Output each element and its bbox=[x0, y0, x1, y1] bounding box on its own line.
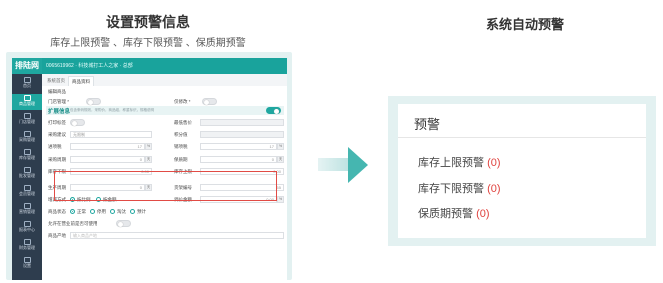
points-label: 积分值 bbox=[174, 132, 188, 137]
status-option-label: 正常 bbox=[77, 209, 86, 214]
warning-panel-title: 预警 bbox=[414, 117, 441, 132]
purchase-advice-select[interactable]: 无限制 bbox=[70, 131, 152, 138]
app-sidebar: 首页 商品管理 门店管理 采购管理 库存管理 批发管理 会员管理 营销管理 报表… bbox=[12, 74, 42, 280]
warning-panel: 预警 库存上限预警 (0) 库存下限预警 (0) 保质期预警 (0) bbox=[398, 104, 646, 238]
purchase-cycle-label: 采购周期 bbox=[48, 157, 66, 162]
points-input[interactable] bbox=[200, 131, 284, 138]
goods-status-label: 商品状态 bbox=[48, 209, 66, 214]
warning-count: (0) bbox=[487, 157, 501, 169]
warning-count: (0) bbox=[487, 183, 501, 195]
percent-unit: % bbox=[277, 196, 284, 203]
shelf-life-label: 保质期 bbox=[174, 157, 188, 162]
sidebar-item-wholesale[interactable]: 批发管理 bbox=[12, 166, 42, 182]
sidebar-item-label: 采购管理 bbox=[19, 137, 35, 142]
trace-toggle[interactable] bbox=[202, 98, 217, 105]
store-manage-toggle[interactable] bbox=[86, 98, 101, 105]
status-option-label: 淘汰 bbox=[117, 209, 126, 214]
day-unit: 天 bbox=[277, 156, 284, 163]
origin-place-label: 商品产地 bbox=[48, 233, 66, 238]
form-heading: 编辑商品 bbox=[48, 89, 66, 94]
allow-use-toggle[interactable] bbox=[116, 220, 131, 227]
sidebar-item-label: 门店管理 bbox=[19, 119, 35, 124]
purchase-advice-label: 采购建议 bbox=[48, 132, 66, 137]
tab-home[interactable]: 系统首页 bbox=[44, 76, 68, 85]
shelf-life-input[interactable]: 0 bbox=[200, 156, 277, 163]
app-top-bar: 0065619962 · 科技城打工人之家 · 总部 bbox=[42, 58, 287, 74]
input-tax-input[interactable]: 17 bbox=[70, 143, 145, 150]
status-option-label: 预计 bbox=[137, 209, 146, 214]
percent-unit: % bbox=[145, 143, 152, 150]
output-tax-label: 销项税 bbox=[174, 144, 188, 149]
trace-label: 仅修改 * bbox=[174, 99, 191, 104]
percent-unit: % bbox=[277, 143, 284, 150]
sidebar-item-report[interactable]: 报表中心 bbox=[12, 220, 42, 236]
store-manage-label: 门店管理 * bbox=[48, 99, 70, 104]
status-option-label: 停用 bbox=[97, 209, 106, 214]
warning-row-min-stock[interactable]: 库存下限预警 (0) bbox=[418, 180, 501, 196]
sidebar-item-label: 财务管理 bbox=[19, 245, 35, 250]
print-label-toggle[interactable] bbox=[70, 119, 85, 126]
purchase-cycle-input[interactable]: 0 bbox=[70, 156, 145, 163]
app-screenshot: 排陆网 0065619962 · 科技城打工人之家 · 总部 首页 商品管理 门… bbox=[12, 58, 287, 280]
day-unit: 天 bbox=[145, 156, 152, 163]
warning-label: 库存下限预警 bbox=[418, 183, 484, 195]
warning-count: (0) bbox=[476, 208, 490, 220]
sidebar-item-label: 批发管理 bbox=[19, 173, 35, 178]
left-subheading: 库存上限预警 、库存下限预警 、保质期预警 bbox=[50, 38, 246, 49]
sidebar-item-goods[interactable]: 商品管理 bbox=[12, 94, 42, 110]
sidebar-item-label: 会员管理 bbox=[19, 191, 35, 196]
warning-row-max-stock[interactable]: 库存上限预警 (0) bbox=[418, 154, 501, 170]
left-heading: 设置预警信息 bbox=[106, 14, 190, 30]
warning-panel-divider bbox=[398, 137, 646, 138]
sidebar-item-home[interactable]: 首页 bbox=[12, 76, 42, 92]
sidebar-item-marketing[interactable]: 营销管理 bbox=[12, 202, 42, 218]
print-label-label: 打印标签 bbox=[48, 120, 66, 125]
sidebar-item-store[interactable]: 门店管理 bbox=[12, 112, 42, 128]
sidebar-item-finance[interactable]: 财务管理 bbox=[12, 238, 42, 254]
sidebar-item-member[interactable]: 会员管理 bbox=[12, 184, 42, 200]
extended-info-hint: 包含条码规则，采购价，商品组，称重标识，规格说明 bbox=[70, 108, 154, 112]
input-tax-label: 进项税 bbox=[48, 144, 62, 149]
warning-label: 保质期预警 bbox=[418, 208, 473, 220]
min-price-label: 最低售价 bbox=[174, 120, 192, 125]
sidebar-item-label: 设置 bbox=[23, 263, 31, 268]
status-radio-eliminated[interactable] bbox=[110, 209, 115, 214]
sidebar-item-stock[interactable]: 库存管理 bbox=[12, 148, 42, 164]
sidebar-item-purchase[interactable]: 采购管理 bbox=[12, 130, 42, 146]
allow-use-label: 允许在营业前是否可使用 bbox=[48, 221, 98, 226]
output-tax-input[interactable]: 17 bbox=[200, 143, 277, 150]
status-radio-expected[interactable] bbox=[130, 209, 135, 214]
status-radio-disabled[interactable] bbox=[90, 209, 95, 214]
extended-info-title: 扩展信息 bbox=[48, 109, 71, 115]
origin-place-input[interactable]: 输入商品产地 bbox=[70, 232, 284, 239]
app-logo: 排陆网 bbox=[12, 58, 42, 74]
sidebar-item-settings[interactable]: 设置 bbox=[12, 256, 42, 272]
warning-label: 库存上限预警 bbox=[418, 157, 484, 169]
extended-info-toggle[interactable] bbox=[266, 107, 281, 114]
right-heading: 系统自动预警 bbox=[485, 17, 564, 32]
status-radio-normal[interactable] bbox=[70, 209, 75, 214]
min-price-input[interactable] bbox=[200, 119, 284, 126]
sidebar-item-label: 商品管理 bbox=[19, 101, 35, 106]
stock-warning-highlight bbox=[54, 171, 277, 201]
tab-goods[interactable]: 商品资料 bbox=[68, 76, 94, 86]
sidebar-item-label: 报表中心 bbox=[19, 227, 35, 232]
warning-row-shelf-life[interactable]: 保质期预警 (0) bbox=[418, 205, 490, 221]
arrow-right-icon bbox=[348, 147, 368, 183]
sidebar-item-label: 库存管理 bbox=[19, 155, 35, 160]
arrow-body bbox=[318, 158, 348, 171]
sidebar-item-label: 首页 bbox=[23, 83, 31, 88]
sidebar-item-label: 营销管理 bbox=[19, 209, 35, 214]
